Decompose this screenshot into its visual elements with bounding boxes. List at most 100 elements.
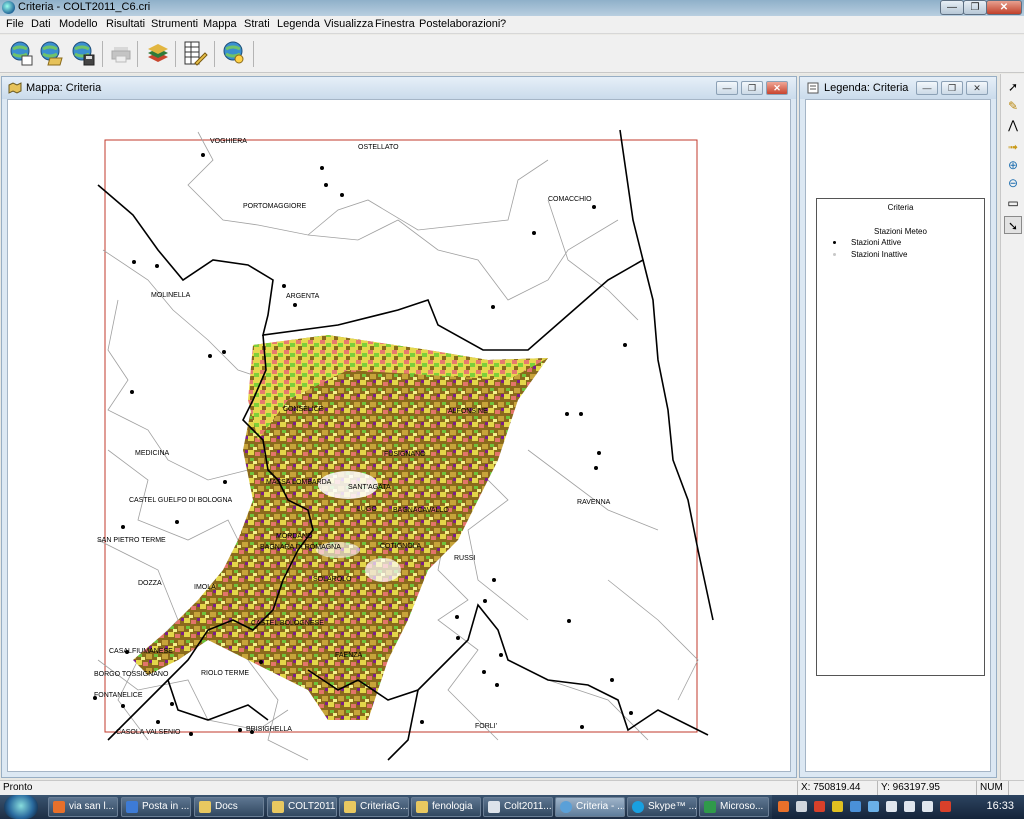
taskbar-item-label: via san l... <box>69 801 115 812</box>
map-label: CASOLA VALSENIO <box>116 729 181 736</box>
taskbar-item[interactable]: Microso... <box>699 797 769 817</box>
menu-file[interactable]: File <box>6 18 24 30</box>
tray-chat-icon[interactable] <box>832 801 843 812</box>
menu-dati[interactable]: Dati <box>31 18 51 30</box>
tray-people-icon[interactable] <box>886 801 897 812</box>
map-label: FONTANELICE <box>94 692 143 699</box>
taskbar-item[interactable]: Posta in ... <box>121 797 191 817</box>
map-label: BRISIGHELLA <box>246 726 292 733</box>
globe-open-icon[interactable] <box>38 39 64 67</box>
map-label: PORTOMAGGIORE <box>243 203 306 210</box>
map-label: FORLI' <box>475 723 497 730</box>
taskbar-item-label: Docs <box>215 801 238 812</box>
menu-finestra[interactable]: Finestra <box>375 18 415 30</box>
toolbar-separator <box>253 41 254 67</box>
legend-window-titlebar[interactable]: Legenda: Criteria — ❐ ✕ <box>800 77 996 99</box>
minimize-button[interactable]: — <box>940 0 964 15</box>
map-window-titlebar[interactable]: Mappa: Criteria — ❐ ✕ <box>2 77 796 99</box>
pan-icon[interactable]: ➟ <box>1004 138 1022 156</box>
taskbar-item-active[interactable]: Criteria - ... <box>555 797 625 817</box>
map-label: MORDANO <box>276 533 313 540</box>
legend-body: Criteria Stazioni Meteo Stazioni Attive … <box>805 99 991 772</box>
criteria-globe-icon <box>560 801 572 813</box>
legend-panel: Criteria Stazioni Meteo Stazioni Attive … <box>816 198 985 676</box>
taskbar-item-label: fenologia <box>432 801 473 812</box>
taskbar-item[interactable]: COLT2011 <box>267 797 337 817</box>
mail-icon <box>126 801 138 813</box>
menu-postelaborazioni[interactable]: Postelaborazioni <box>419 18 500 30</box>
map-label: RUSSI <box>454 555 475 562</box>
legend-icon <box>807 82 819 94</box>
menu-visualizza[interactable]: Visualizza <box>324 18 373 30</box>
toolbar <box>0 35 1024 73</box>
map-label: MOLINELLA <box>151 292 191 299</box>
zoom-out-icon[interactable]: ⊖ <box>1004 174 1022 192</box>
maximize-button[interactable]: ❐ <box>963 0 987 15</box>
menu-mappa[interactable]: Mappa <box>203 18 237 30</box>
menu-risultati[interactable]: Risultati <box>106 18 145 30</box>
tray-alert-icon[interactable] <box>814 801 825 812</box>
close-button[interactable]: ✕ <box>986 0 1022 15</box>
map-label: FAENZA <box>335 652 363 659</box>
toolbar-separator <box>175 41 176 67</box>
tray-wave-icon[interactable] <box>868 801 879 812</box>
map-label: CONSELICE <box>283 406 324 413</box>
legend-close-button[interactable]: ✕ <box>966 81 988 95</box>
tray-flag-icon[interactable] <box>940 801 951 812</box>
menu-strati[interactable]: Strati <box>244 18 270 30</box>
active-station-dot-icon <box>833 241 836 244</box>
menu-strumenti[interactable]: Strumenti <box>151 18 198 30</box>
zoom-in-icon[interactable]: ⊕ <box>1004 156 1022 174</box>
globe-save-icon[interactable] <box>70 39 96 67</box>
menu-help[interactable]: ? <box>500 18 506 30</box>
tray-cloud-icon[interactable] <box>796 801 807 812</box>
map-label: CASALFIUMANESE <box>109 648 173 655</box>
legend-title: Criteria <box>887 203 914 212</box>
start-button[interactable] <box>4 795 38 819</box>
taskbar-item[interactable]: fenologia <box>411 797 481 817</box>
select-rect-icon[interactable]: ▭ <box>1004 194 1022 212</box>
menu-modello[interactable]: Modello <box>59 18 98 30</box>
map-label: ALFONSINE <box>448 408 488 415</box>
taskbar-clock[interactable]: 16:33 <box>986 800 1014 812</box>
status-bar: Pronto X: 750819.44 Y: 963197.95 NUM <box>0 780 1024 796</box>
legend-maximize-button[interactable]: ❐ <box>941 81 963 95</box>
tray-volume-icon[interactable] <box>922 801 933 812</box>
map-window-title: Mappa: Criteria <box>26 82 102 94</box>
taskbar-item[interactable]: CriteriaG... <box>339 797 409 817</box>
taskbar-item-label: Microso... <box>720 801 764 812</box>
toolbar-separator <box>214 41 215 67</box>
globe-search-icon[interactable] <box>221 39 247 67</box>
info-cursor-icon[interactable]: ➘ <box>1004 216 1022 234</box>
map-maximize-button[interactable]: ❐ <box>741 81 763 95</box>
map-canvas[interactable]: VOGHIERA OSTELLATO PORTOMAGGIORE COMACCH… <box>7 99 791 772</box>
map-svg[interactable]: VOGHIERA OSTELLATO PORTOMAGGIORE COMACCH… <box>8 100 792 773</box>
taskbar-item[interactable]: Docs <box>194 797 264 817</box>
map-close-button[interactable]: ✕ <box>766 81 788 95</box>
menu-legenda[interactable]: Legenda <box>277 18 320 30</box>
pointer-icon[interactable]: ➚ <box>1004 78 1022 96</box>
pen-icon[interactable]: ✎ <box>1004 97 1022 115</box>
tray-monitor-icon[interactable] <box>904 801 915 812</box>
crop-mosaic <box>133 335 548 720</box>
taskbar-item[interactable]: via san l... <box>48 797 118 817</box>
map-minimize-button[interactable]: — <box>716 81 738 95</box>
globe-new-icon[interactable] <box>8 39 34 67</box>
table-edit-icon[interactable] <box>182 39 208 67</box>
legend-minimize-button[interactable]: — <box>916 81 938 95</box>
status-text: Pronto <box>3 782 33 793</box>
legend-item-active: Stazioni Attive <box>833 238 901 247</box>
tray-app-icon[interactable] <box>778 801 789 812</box>
map-label: IMOLA <box>194 584 216 591</box>
folder-icon <box>416 801 428 813</box>
measure-icon[interactable]: ⋀ <box>1004 116 1022 134</box>
mdi-workspace: Mappa: Criteria — ❐ ✕ VOGHIERA OSTELLATO… <box>0 74 1000 780</box>
taskbar-item[interactable]: Colt2011... <box>483 797 553 817</box>
layers-icon[interactable] <box>145 39 171 67</box>
tray-network-icon[interactable] <box>850 801 861 812</box>
toolbar-separator <box>137 41 138 67</box>
map-icon <box>8 82 22 94</box>
taskbar-item[interactable]: Skype™ ... <box>627 797 697 817</box>
print-icon[interactable] <box>108 39 134 67</box>
folder-icon <box>344 801 356 813</box>
